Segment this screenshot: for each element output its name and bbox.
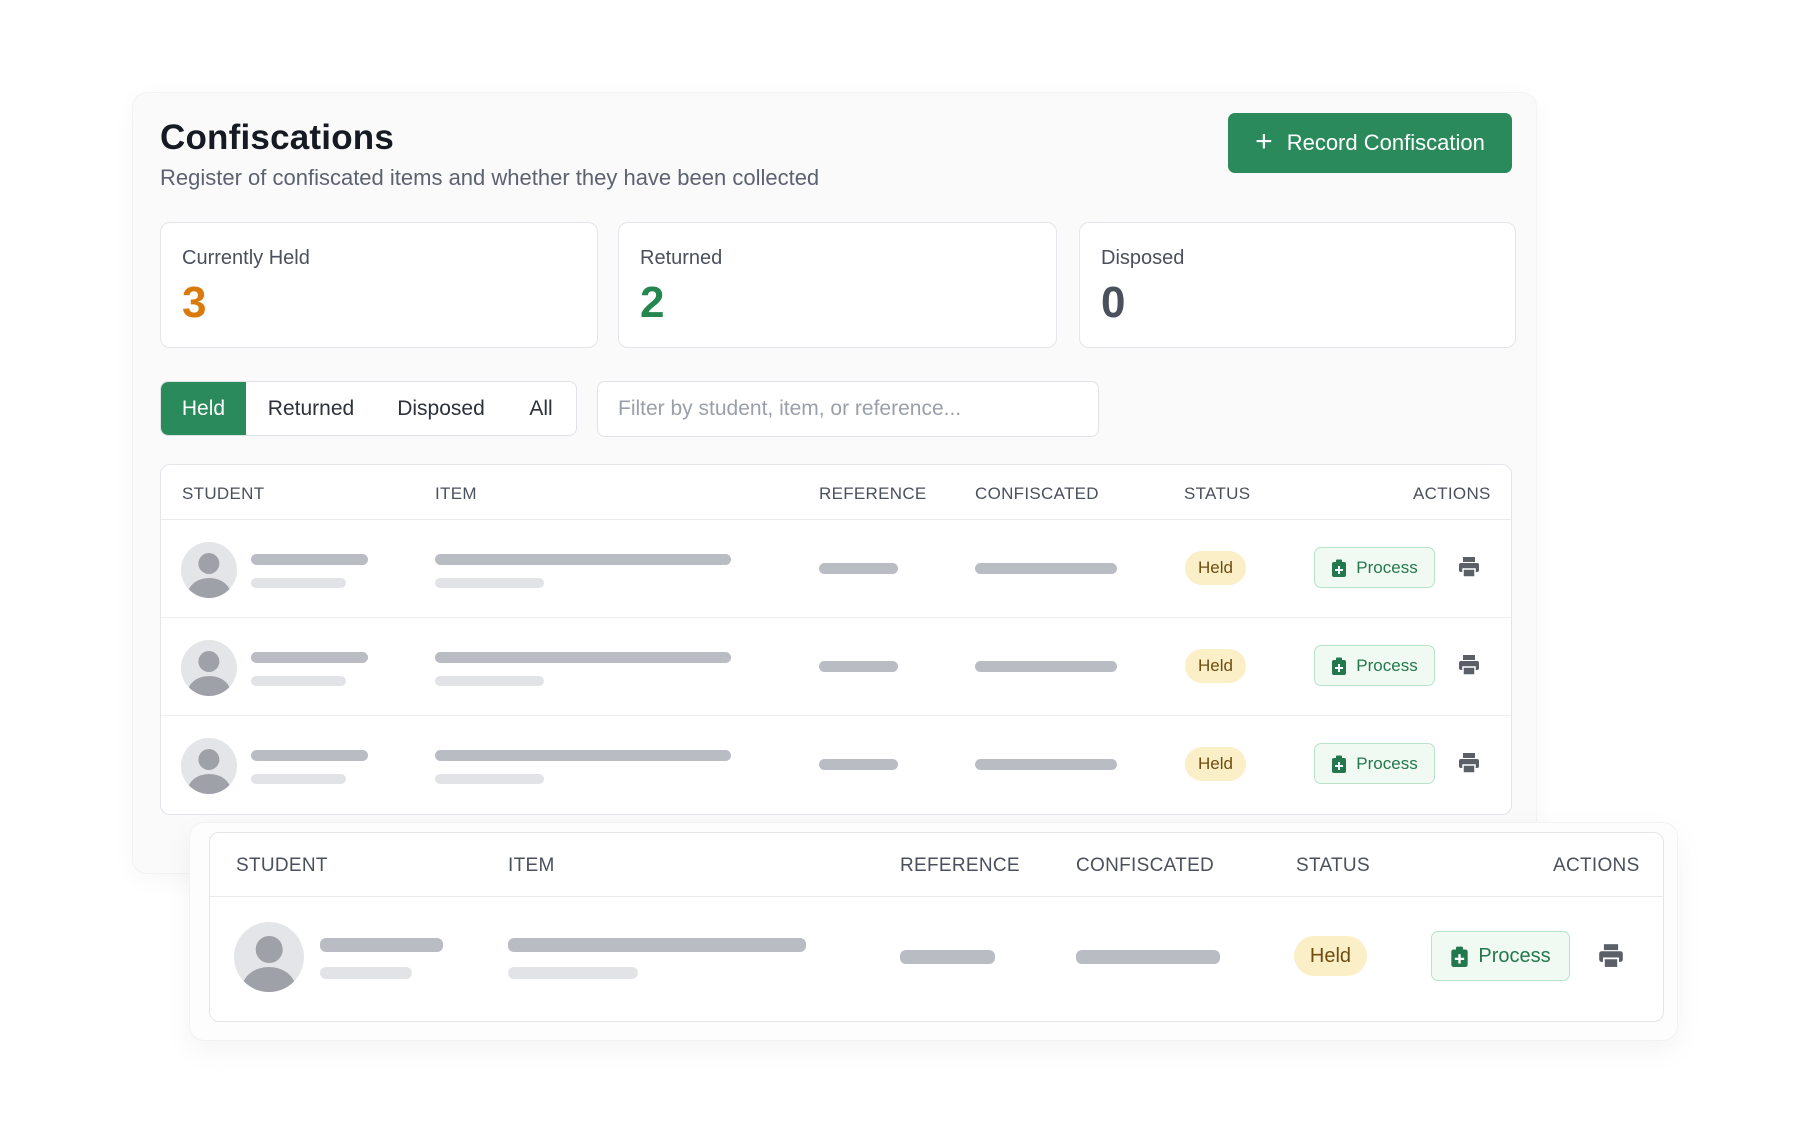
process-button[interactable]: Process: [1431, 931, 1570, 981]
student-name-placeholder: [251, 750, 368, 761]
column-header-reference: REFERENCE: [900, 855, 1020, 876]
process-button[interactable]: Process: [1314, 547, 1435, 588]
stat-label: Returned: [640, 247, 723, 269]
student-meta-placeholder: [251, 774, 346, 784]
status-badge: Held: [1185, 551, 1246, 585]
item-meta-placeholder: [508, 967, 638, 979]
column-header-student: STUDENT: [182, 484, 265, 503]
column-header-item: ITEM: [508, 855, 555, 876]
printer-icon[interactable]: [1458, 752, 1480, 779]
stat-value: 2: [640, 278, 665, 327]
process-label: Process: [1356, 753, 1418, 773]
column-header-actions: ACTIONS: [1413, 484, 1491, 503]
student-name-placeholder: [251, 554, 368, 565]
column-header-item: ITEM: [435, 484, 477, 503]
tab-returned[interactable]: Returned: [246, 382, 376, 435]
confiscated-date-placeholder: [975, 563, 1117, 574]
page-subtitle: Register of confiscated items and whethe…: [160, 165, 820, 190]
process-label: Process: [1356, 655, 1418, 675]
tab-disposed[interactable]: Disposed: [376, 382, 506, 435]
confiscated-date-placeholder: [1076, 950, 1220, 964]
column-header-actions: ACTIONS: [1553, 855, 1640, 876]
record-confiscation-label: Record Confiscation: [1286, 130, 1485, 155]
reference-placeholder: [819, 563, 898, 574]
table-header: STUDENT ITEM REFERENCE CONFISCATED STATU…: [161, 465, 1511, 520]
reference-placeholder: [900, 950, 995, 964]
stat-card-currently-held: Currently Held 3: [160, 222, 598, 348]
user-avatar-icon: [181, 738, 237, 794]
user-avatar-icon: [181, 640, 237, 696]
item-meta-placeholder: [435, 578, 544, 588]
printer-icon[interactable]: [1458, 556, 1480, 583]
student-meta-placeholder: [251, 676, 346, 686]
table-row[interactable]: Held Process: [161, 716, 1511, 814]
confiscated-date-placeholder: [975, 759, 1117, 770]
student-name-placeholder: [251, 652, 368, 663]
column-header-status: STATUS: [1296, 855, 1370, 876]
status-tabs: Held Returned Disposed All: [160, 381, 577, 436]
record-confiscation-button[interactable]: + Record Confiscation: [1228, 113, 1512, 173]
item-meta-placeholder: [435, 774, 544, 784]
student-meta-placeholder: [320, 967, 412, 979]
process-label: Process: [1356, 557, 1418, 577]
item-name-placeholder: [435, 554, 731, 565]
user-avatar-icon: [181, 542, 237, 598]
reference-placeholder: [819, 759, 898, 770]
stat-card-returned: Returned 2: [618, 222, 1057, 348]
reference-placeholder: [819, 661, 898, 672]
process-button[interactable]: Process: [1314, 645, 1435, 686]
clipboard-plus-icon: [1331, 657, 1347, 675]
column-header-reference: REFERENCE: [819, 484, 927, 503]
filter-input[interactable]: [597, 381, 1099, 437]
table-header: STUDENT ITEM REFERENCE CONFISCATED STATU…: [210, 833, 1663, 897]
zoomed-table: STUDENT ITEM REFERENCE CONFISCATED STATU…: [209, 832, 1664, 1022]
column-header-status: STATUS: [1184, 484, 1251, 503]
stat-value: 3: [182, 278, 207, 327]
student-name-placeholder: [320, 938, 443, 952]
confiscated-date-placeholder: [975, 661, 1117, 672]
item-name-placeholder: [435, 750, 731, 761]
clipboard-plus-icon: [1331, 559, 1347, 577]
tab-held[interactable]: Held: [161, 382, 246, 435]
clipboard-plus-icon: [1331, 755, 1347, 773]
clipboard-plus-icon: [1450, 946, 1469, 967]
printer-icon[interactable]: [1458, 654, 1480, 681]
item-meta-placeholder: [435, 676, 544, 686]
user-avatar-icon: [234, 922, 304, 992]
status-badge: Held: [1185, 649, 1246, 683]
table-row[interactable]: Held Process: [161, 618, 1511, 716]
page-title: Confiscations: [160, 118, 395, 157]
plus-icon: +: [1255, 124, 1273, 158]
column-header-student: STUDENT: [236, 855, 328, 876]
column-header-confiscated: CONFISCATED: [1076, 855, 1215, 876]
printer-icon[interactable]: [1598, 943, 1624, 974]
confiscations-table: STUDENT ITEM REFERENCE CONFISCATED STATU…: [160, 464, 1512, 815]
stat-value: 0: [1101, 278, 1126, 327]
tab-all[interactable]: All: [506, 382, 576, 435]
item-name-placeholder: [508, 938, 806, 952]
stat-label: Currently Held: [182, 247, 310, 269]
stat-card-disposed: Disposed 0: [1079, 222, 1516, 348]
item-name-placeholder: [435, 652, 731, 663]
status-badge: Held: [1185, 747, 1246, 781]
status-badge: Held: [1294, 936, 1367, 976]
app-stage: Confiscations Register of confiscated it…: [0, 0, 1800, 1125]
student-meta-placeholder: [251, 578, 346, 588]
stat-label: Disposed: [1101, 247, 1185, 269]
table-row[interactable]: Held Process: [161, 520, 1511, 618]
process-label: Process: [1478, 944, 1551, 967]
table-row[interactable]: Held Process: [210, 897, 1663, 1021]
process-button[interactable]: Process: [1314, 743, 1435, 784]
column-header-confiscated: CONFISCATED: [975, 484, 1099, 503]
